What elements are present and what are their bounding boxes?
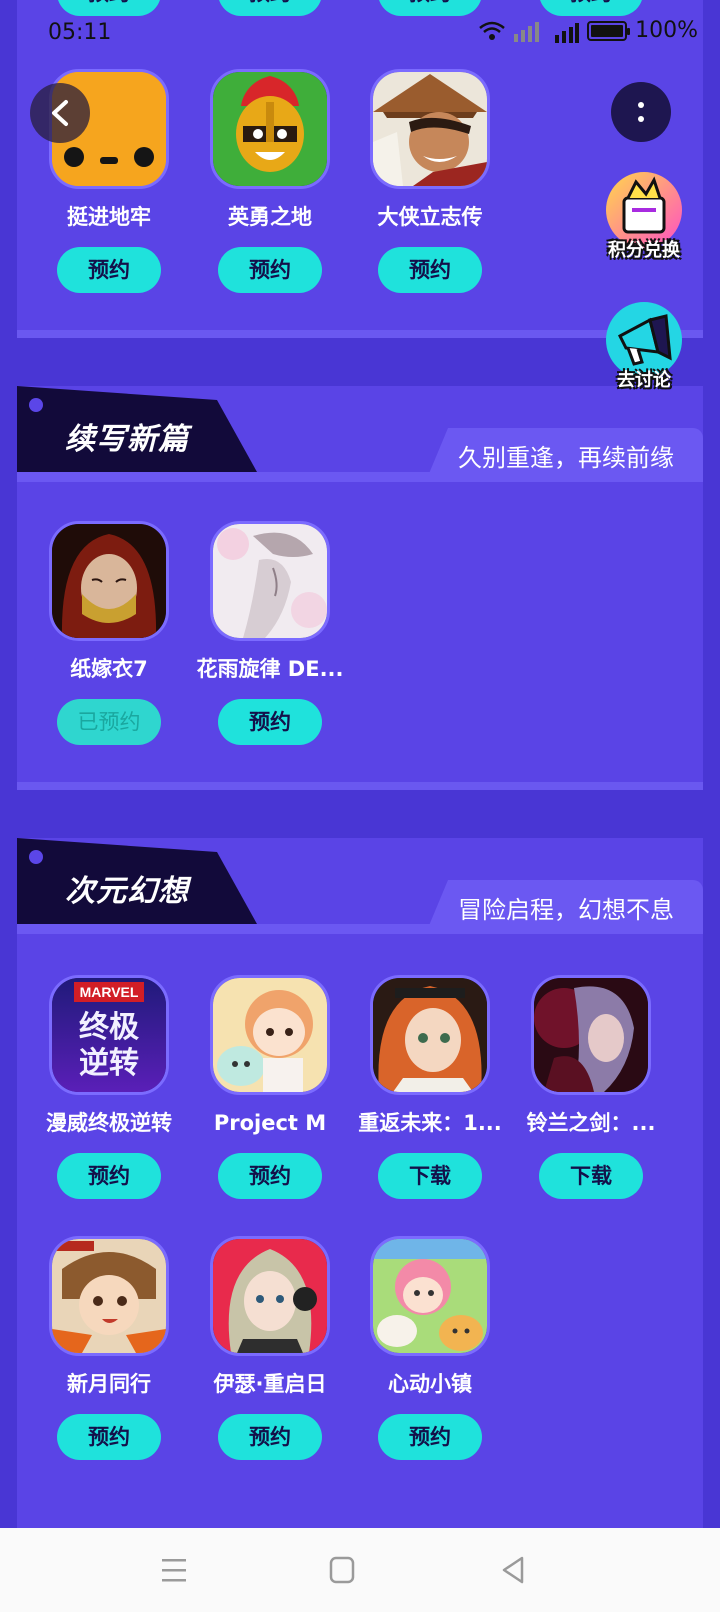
signal-weak-icon (514, 21, 540, 42)
game-icon[interactable] (210, 69, 330, 189)
game-icon[interactable] (210, 975, 330, 1095)
game-icon[interactable] (49, 521, 169, 641)
discuss-widget[interactable]: 去讨论 (599, 302, 689, 392)
section-header-sequel: 续写新篇 久别重逢，再续前缘 (17, 386, 703, 486)
game-icon[interactable]: MARVEL 终极 逆转 (49, 975, 169, 1095)
wifi-icon (479, 21, 505, 40)
marvel-title-line1: 终极 (79, 1010, 139, 1045)
game-icon[interactable] (370, 1236, 490, 1356)
download-button[interactable]: 下载 (539, 1153, 643, 1199)
crescent-icon (52, 1239, 166, 1353)
game-name: 心动小镇 (388, 1372, 472, 1396)
game-card-flower-rain[interactable]: 花雨旋律 DE... 预约 (190, 521, 350, 745)
hero-icon (373, 72, 487, 186)
game-name: 铃兰之剑：... (526, 1111, 656, 1135)
points-exchange-label: 积分兑换 (608, 240, 680, 261)
game-icon[interactable] (49, 1236, 169, 1356)
status-icons: 100% (479, 18, 698, 43)
game-name: 纸嫁衣7 (70, 657, 148, 681)
game-name: 大侠立志传 (377, 205, 483, 229)
reserve-button[interactable]: 预约 (218, 247, 322, 293)
download-button[interactable]: 下载 (378, 1153, 482, 1199)
paper-bride-icon (52, 524, 166, 638)
section-title: 续写新篇 (65, 422, 189, 457)
flower-rain-icon (213, 524, 327, 638)
back-button[interactable] (30, 83, 90, 143)
game-icon[interactable] (370, 975, 490, 1095)
ether-icon (213, 1239, 327, 1353)
game-icon[interactable] (531, 975, 651, 1095)
reserve-button[interactable]: 预约 (218, 699, 322, 745)
section-header-fantasy: 次元幻想 冒险启程，幻想不息 (17, 838, 703, 938)
more-dot-icon (638, 102, 644, 108)
marvel-brand-text: MARVEL (79, 984, 139, 1000)
game-name: 重返未来：1... (358, 1111, 502, 1135)
game-card-hero[interactable]: 大侠立志传 预约 (350, 69, 510, 293)
section-title: 次元幻想 (65, 874, 189, 909)
game-name: 漫威终极逆转 (46, 1111, 172, 1135)
menu-icon[interactable] (154, 1554, 194, 1586)
back-triangle-icon[interactable] (494, 1554, 534, 1586)
game-icon[interactable] (210, 521, 330, 641)
system-nav-bar (0, 1528, 720, 1612)
section-header-line (17, 924, 703, 934)
reserve-button[interactable]: 预约 (378, 1414, 482, 1460)
reserve-button[interactable]: 预约 (378, 247, 482, 293)
status-bar: 05:11 100% (0, 0, 720, 62)
game-card-reverse-1999[interactable]: 重返未来：1... 下载 (350, 975, 510, 1199)
game-card-spartan[interactable]: 英勇之地 预约 (190, 69, 350, 293)
game-name: Project M (213, 1111, 327, 1135)
game-card-sword-of-convallaria[interactable]: 铃兰之剑：... 下载 (511, 975, 671, 1199)
sword-of-convallaria-icon (534, 978, 648, 1092)
reserve-button[interactable]: 预约 (57, 1153, 161, 1199)
reserve-button[interactable]: 预约 (57, 1414, 161, 1460)
game-name: 英勇之地 (228, 205, 312, 229)
game-card-heartopia[interactable]: 心动小镇 预约 (350, 1236, 510, 1460)
game-card-project-m[interactable]: Project M 预约 (190, 975, 350, 1199)
game-name: 花雨旋律 DE... (196, 657, 344, 681)
game-card-ether[interactable]: 伊瑟·重启日 预约 (190, 1236, 350, 1460)
game-icon[interactable] (210, 1236, 330, 1356)
more-options-button[interactable] (611, 82, 671, 142)
points-exchange-widget[interactable]: 积分兑换 (599, 172, 689, 262)
discuss-label: 去讨论 (617, 370, 671, 391)
card-divider (17, 782, 703, 790)
spartan-icon (213, 72, 327, 186)
section-header-line (17, 472, 703, 482)
battery-level: 100% (635, 18, 698, 43)
more-dot-icon (638, 116, 644, 122)
reserve-button[interactable]: 预约 (57, 247, 161, 293)
reserve-button[interactable]: 预约 (218, 1414, 322, 1460)
reserve-button[interactable]: 预约 (218, 1153, 322, 1199)
game-name: 挺进地牢 (67, 205, 151, 229)
section-subtitle: 冒险启程，幻想不息 (458, 896, 674, 924)
game-card-marvel[interactable]: MARVEL 终极 逆转 漫威终极逆转 预约 (29, 975, 189, 1199)
game-card-crescent[interactable]: 新月同行 预约 (29, 1236, 189, 1460)
game-name: 伊瑟·重启日 (213, 1372, 327, 1396)
reverse-1999-icon (373, 978, 487, 1092)
chevron-left-icon (52, 100, 68, 126)
section-subtitle: 久别重逢，再续前缘 (458, 444, 674, 472)
section-subtitle-tag: 久别重逢，再续前缘 (428, 428, 703, 476)
status-time: 05:11 (48, 20, 112, 45)
game-name: 新月同行 (67, 1372, 151, 1396)
game-icon[interactable] (370, 69, 490, 189)
home-icon[interactable] (322, 1554, 362, 1586)
section-subtitle-tag: 冒险启程，幻想不息 (428, 880, 703, 928)
signal-5g-icon (555, 22, 580, 43)
battery-icon (587, 20, 631, 41)
heartopia-icon (373, 1239, 487, 1353)
marvel-title-line2: 逆转 (79, 1046, 139, 1081)
project-m-icon (213, 978, 327, 1092)
reserved-button[interactable]: 已预约 (57, 699, 161, 745)
game-card-paper-bride[interactable]: 纸嫁衣7 已预约 (29, 521, 189, 745)
